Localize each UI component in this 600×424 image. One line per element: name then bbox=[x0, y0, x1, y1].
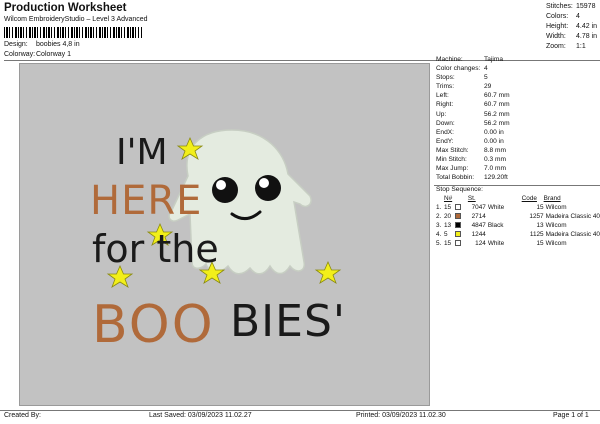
col-header-st: St. bbox=[467, 195, 476, 202]
info-row: Up: 56.2 mm bbox=[436, 110, 510, 118]
footer-page: Page 1 of 1 bbox=[553, 412, 589, 419]
embroidery-artwork: I'M HERE for the BOO BIES' bbox=[90, 129, 346, 355]
info-row: Max Stitch: 8.8 mm bbox=[436, 146, 506, 154]
color-swatch bbox=[454, 240, 461, 247]
info-row: Right: 60.7 mm bbox=[436, 101, 510, 109]
design-text-line2: HERE bbox=[90, 178, 202, 224]
design-text-line4a: BOO bbox=[92, 295, 215, 355]
footer-last-saved: Last Saved: 03/09/2023 11.02.27 bbox=[149, 412, 252, 419]
machine-info-panel: Machine: Tajima Color changes: 4 Stops: 5 T… bbox=[436, 56, 600, 183]
design-text-line1: I'M bbox=[116, 132, 168, 173]
stat-stitches: Stitches: 15978 bbox=[546, 3, 596, 10]
info-row: EndX: 0.00 in bbox=[436, 128, 504, 136]
software-subtitle: Wilcom EmbroideryStudio – Level 3 Advanc… bbox=[4, 16, 148, 23]
footer-created-by: Created By: bbox=[4, 412, 41, 419]
design-value: boobies 4,8 in bbox=[36, 41, 80, 48]
stop-sequence-table: N# St. Code Brand 1. 15 7047 White 15 Wi… bbox=[436, 194, 600, 248]
info-row: Down: 56.2 mm bbox=[436, 119, 510, 127]
info-row: Left: 60.7 mm bbox=[436, 92, 510, 100]
design-text-line3: for the bbox=[92, 227, 219, 271]
info-row: Total Bobbin: 129.20ft bbox=[436, 174, 508, 182]
design-text-line4b: BIES' bbox=[230, 296, 346, 347]
table-row: 5. 15 124 White 15 Wilcom bbox=[436, 240, 567, 247]
color-swatch bbox=[454, 231, 461, 238]
info-row: Max Jump: 7.0 mm bbox=[436, 165, 506, 173]
colorway-label: Colorway: bbox=[4, 51, 36, 58]
stop-sequence-title: Stop Sequence: bbox=[436, 186, 483, 193]
table-header-row: N# St. Code Brand bbox=[436, 194, 600, 203]
col-header-code: Code bbox=[521, 195, 537, 202]
color-swatch bbox=[454, 204, 461, 211]
col-header-brand: Brand bbox=[543, 195, 561, 202]
info-row: Min Stitch: 0.3 mm bbox=[436, 156, 506, 164]
table-row: 3. 13 4847 Black 13 Wilcom bbox=[436, 222, 567, 229]
worksheet-title: Production Worksheet bbox=[4, 2, 127, 14]
info-row: EndY: 0.00 in bbox=[436, 137, 504, 145]
footer-printed: Printed: 03/09/2023 11.02.30 bbox=[356, 412, 446, 419]
stat-width: Width: 4.78 in bbox=[546, 33, 598, 40]
stat-zoom: Zoom: 1:1 bbox=[546, 43, 586, 50]
barcode bbox=[4, 27, 142, 38]
info-row: Color changes: 4 bbox=[436, 65, 488, 73]
col-header-n: N# bbox=[443, 195, 453, 202]
stats-box: Stitches: 15978 Colors: 4 Height: 4.42 in W… bbox=[546, 3, 600, 53]
stat-height: Height: 4.42 in bbox=[546, 23, 598, 30]
table-row: 4. 5 1244 1125 Madeira Classic 40 bbox=[436, 231, 600, 238]
color-swatch bbox=[454, 213, 461, 220]
info-row: Machine: Tajima bbox=[436, 56, 504, 63]
footer-divider bbox=[0, 410, 600, 411]
design-label: Design: bbox=[4, 41, 28, 48]
design-preview: I'M HERE for the BOO BIES' bbox=[19, 63, 430, 406]
info-row: Stops: 5 bbox=[436, 74, 488, 82]
table-row: 2. 20 2714 1257 Madeira Classic 40 bbox=[436, 213, 600, 220]
color-swatch bbox=[454, 222, 461, 229]
stat-colors: Colors: 4 bbox=[546, 13, 580, 20]
colorway-value: Colorway 1 bbox=[36, 51, 72, 58]
table-row: 1. 15 7047 White 15 Wilcom bbox=[436, 204, 567, 211]
info-row: Trims: 29 bbox=[436, 83, 492, 91]
